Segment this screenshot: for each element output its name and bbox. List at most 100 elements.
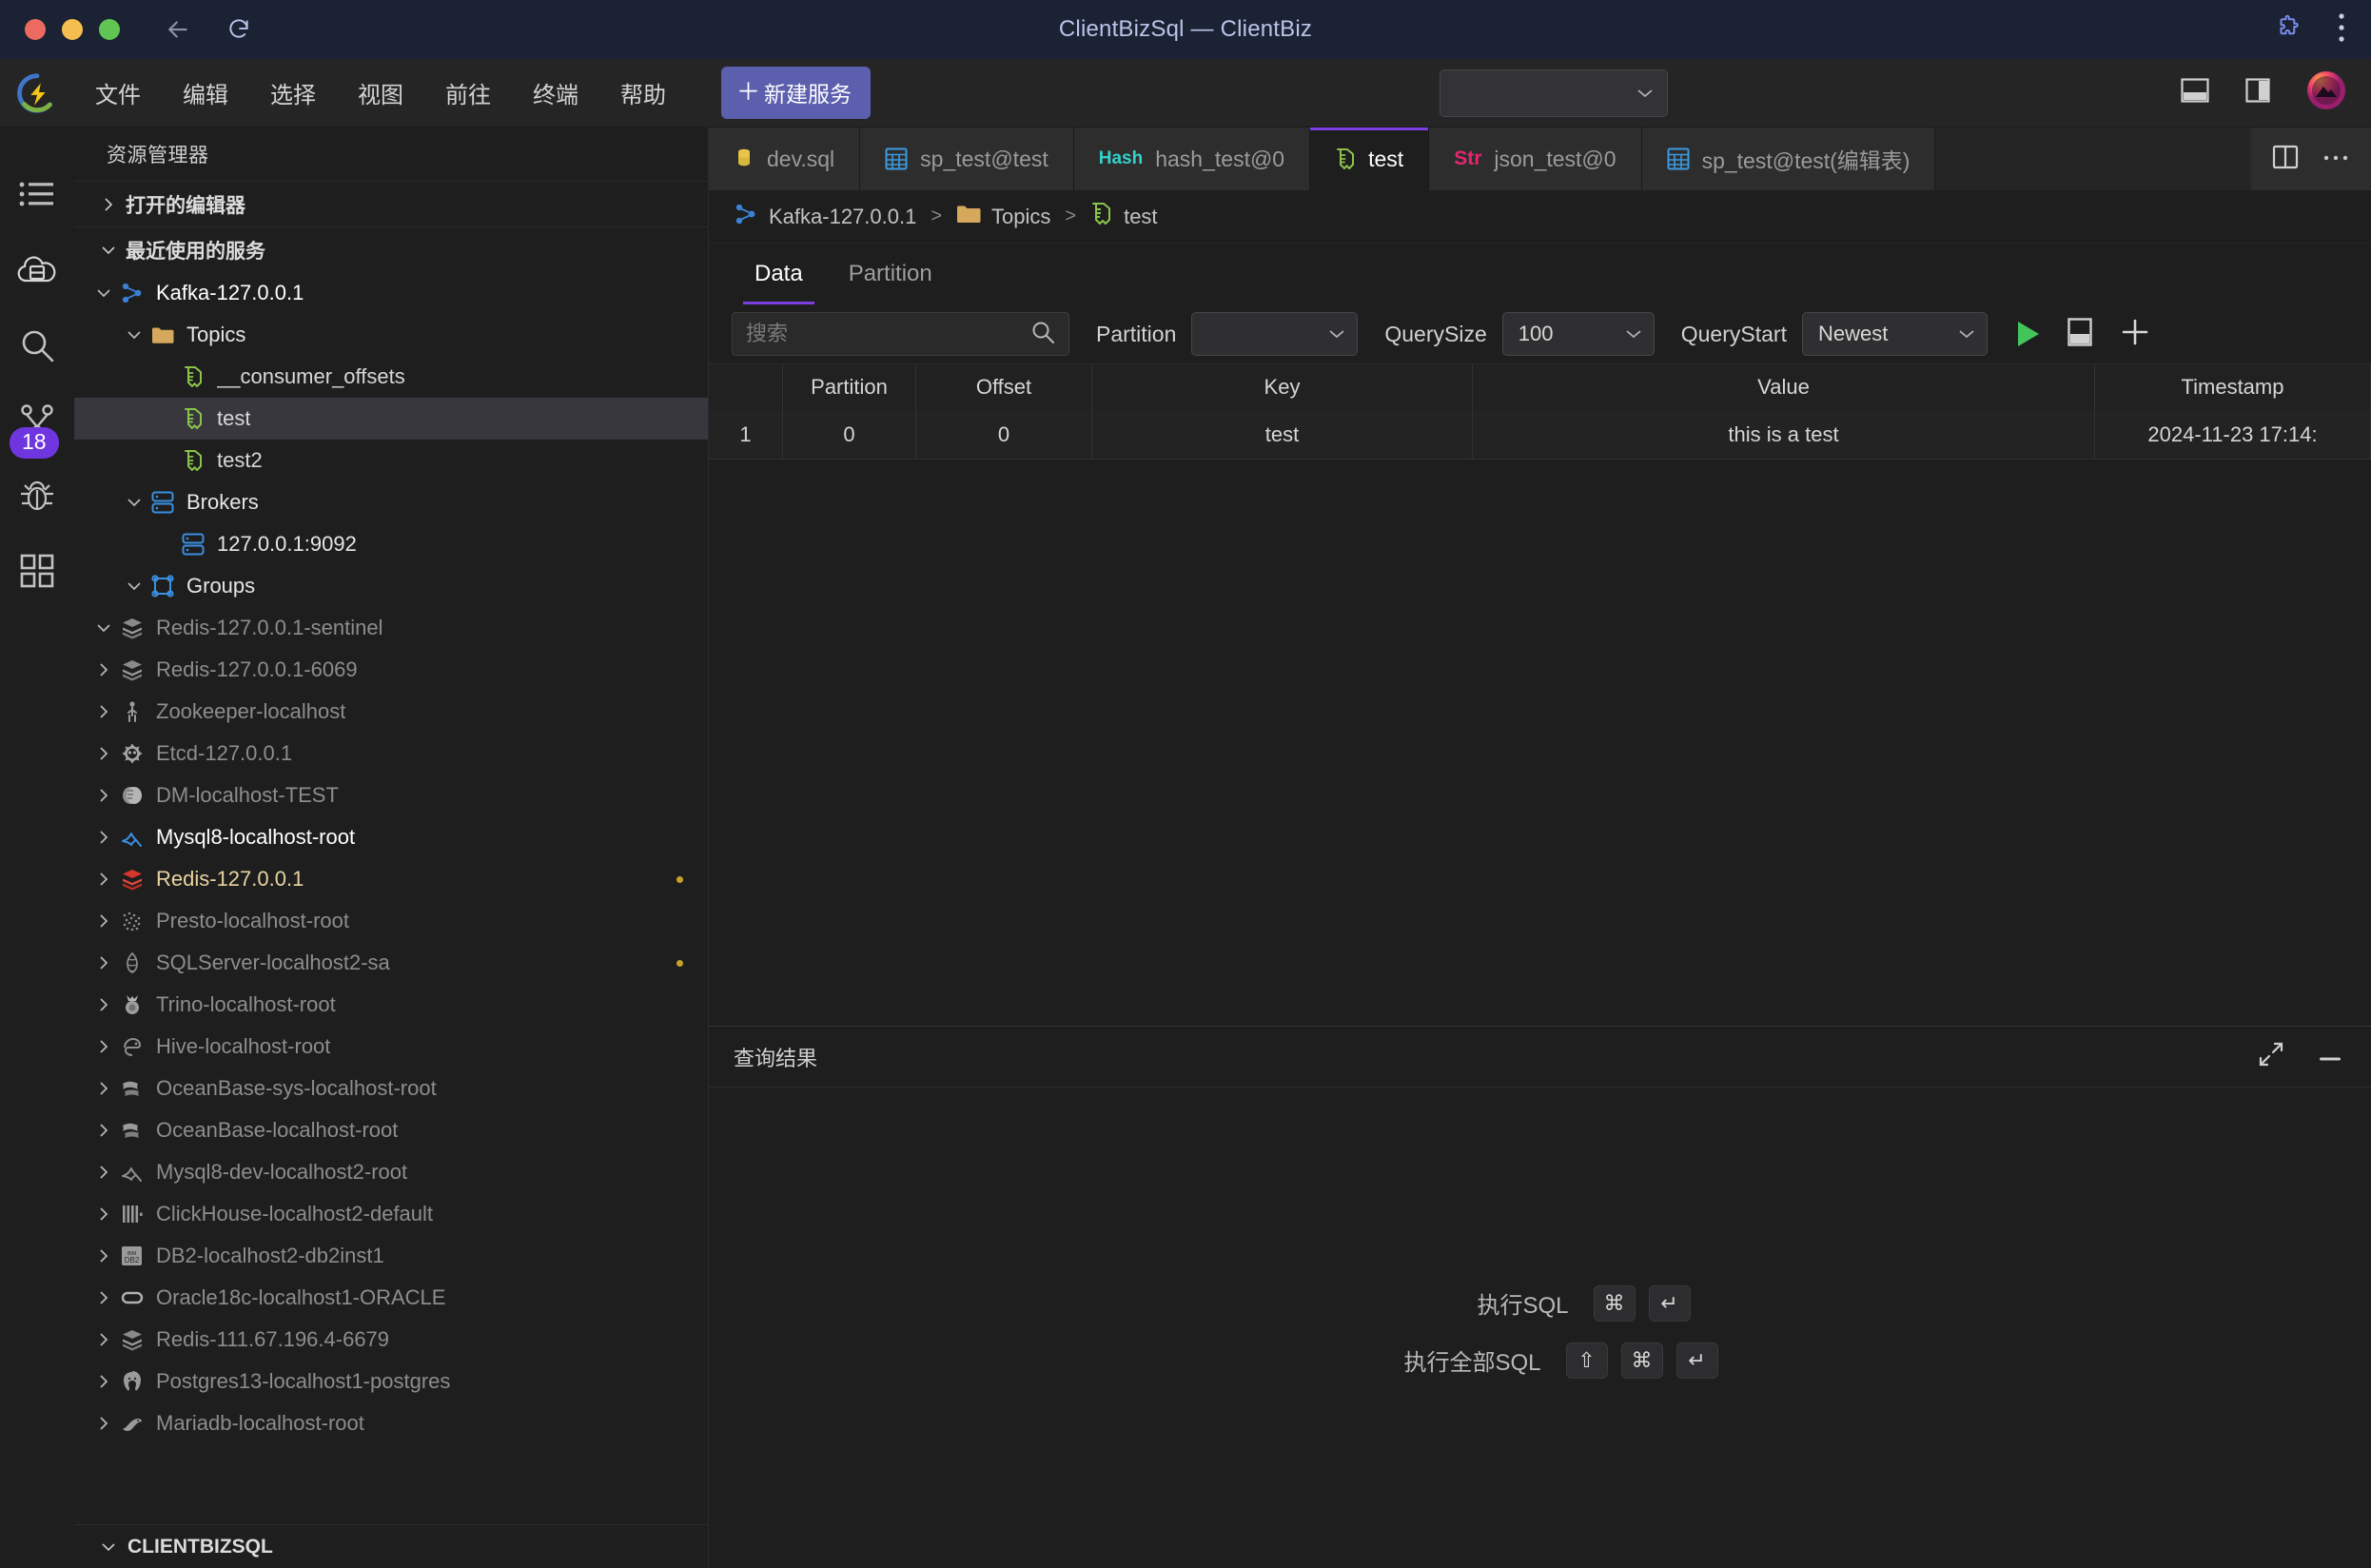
sidebar-section-open-editors[interactable]: 打开的编辑器 [74,181,708,226]
activity-item-extensions[interactable] [0,536,74,611]
tree-item[interactable]: OceanBase-sys-localhost-root [74,1068,708,1109]
puzzle-icon[interactable] [2274,13,2302,47]
menu-terminal[interactable]: 终端 [512,70,599,115]
tree-item[interactable]: OceanBase-localhost-root [74,1109,708,1151]
menu-view[interactable]: 视图 [337,70,424,115]
editor-tab[interactable]: test [1310,127,1430,190]
activity-item-database[interactable] [0,235,74,310]
tree-item[interactable]: Groups [74,565,708,607]
command-center-select[interactable] [1440,69,1668,117]
chevron-right-icon[interactable] [91,1332,116,1347]
menu-help[interactable]: 帮助 [599,70,687,115]
grid-header-offset[interactable]: Offset [916,364,1092,410]
layout-sidebar-icon[interactable] [2245,78,2270,108]
menu-select[interactable]: 选择 [249,70,337,115]
tree-item[interactable]: Postgres13-localhost1-postgres [74,1361,708,1402]
tree-item[interactable]: Kafka-127.0.0.1 [74,272,708,314]
breadcrumb-item-topics[interactable]: Topics [991,205,1050,229]
subtab-partition[interactable]: Partition [826,244,955,304]
chevron-down-icon[interactable] [122,327,147,343]
tree-item[interactable]: Redis-127.0.0.1 [74,858,708,900]
zoom-window-button[interactable] [99,19,120,40]
menu-edit[interactable]: 编辑 [162,70,249,115]
search-box[interactable] [732,312,1069,356]
chevron-down-icon[interactable] [91,620,116,636]
activity-item-source-control[interactable]: 18 [0,385,74,461]
chevron-right-icon[interactable] [91,1290,116,1305]
chevron-right-icon[interactable] [91,913,116,929]
chevron-right-icon[interactable] [91,788,116,803]
subtab-data[interactable]: Data [732,244,826,304]
partition-select[interactable] [1191,312,1359,356]
grid-header-timestamp[interactable]: Timestamp [2095,364,2371,410]
tree-item[interactable]: Brokers [74,481,708,523]
tree-item[interactable]: Etcd-127.0.0.1 [74,733,708,774]
grid-header-value[interactable]: Value [1473,364,2095,410]
chevron-right-icon[interactable] [91,872,116,887]
sidebar-section-recent-services[interactable]: 最近使用的服务 [74,226,708,272]
tree-item[interactable]: Zookeeper-localhost [74,691,708,733]
tree-item[interactable]: test [74,398,708,440]
chevron-right-icon[interactable] [91,1248,116,1264]
tree-item[interactable]: Redis-111.67.196.4-6679 [74,1319,708,1361]
querysize-select[interactable]: 100 [1501,312,1655,356]
chevron-down-icon[interactable] [91,285,116,301]
chevron-right-icon[interactable] [91,1165,116,1180]
menu-file[interactable]: 文件 [74,70,162,115]
activity-item-explorer[interactable] [0,160,74,235]
tree-item[interactable]: test2 [74,440,708,481]
minimize-icon[interactable] [2318,1045,2342,1069]
account-avatar-icon[interactable] [2306,70,2346,115]
tree-item[interactable]: Mysql8-localhost-root [74,816,708,858]
activity-item-debug[interactable] [0,461,74,536]
layout-panel-icon[interactable] [2181,78,2209,108]
chevron-right-icon[interactable] [91,830,116,845]
chevron-right-icon[interactable] [91,997,116,1012]
chevron-right-icon[interactable] [91,1206,116,1222]
menu-goto[interactable]: 前往 [424,70,512,115]
editor-tab[interactable]: Hash hash_test@0 [1073,127,1311,190]
plus-icon[interactable] [2121,318,2149,351]
tree-item[interactable]: Oracle18c-localhost1-ORACLE [74,1277,708,1319]
minimize-window-button[interactable] [62,19,83,40]
chevron-right-icon[interactable] [91,1039,116,1054]
chevron-right-icon[interactable] [91,704,116,719]
chevron-down-icon[interactable] [122,495,147,510]
table-row[interactable]: 1 0 0 test this is a test 2024-11-23 17:… [709,410,2371,460]
close-window-button[interactable] [25,19,46,40]
tree-item[interactable]: __consumer_offsets [74,356,708,398]
editor-tab[interactable]: Str json_test@0 [1429,127,1642,190]
search-icon[interactable] [1030,320,1055,349]
tree-item[interactable]: Trino-localhost-root [74,984,708,1026]
tree-item[interactable]: Topics [74,314,708,356]
breadcrumb-item-topic[interactable]: test [1124,205,1157,229]
tree-item[interactable]: ClickHouse-localhost2-default [74,1193,708,1235]
activity-item-search[interactable] [0,310,74,385]
tree-item[interactable]: Redis-127.0.0.1-6069 [74,649,708,691]
back-arrow-icon[interactable] [164,15,192,44]
tree-item[interactable]: Mysql8-dev-localhost2-root [74,1151,708,1193]
kebab-menu-icon[interactable] [2337,11,2346,49]
breadcrumb-item-service[interactable]: Kafka-127.0.0.1 [769,205,916,229]
editor-tab[interactable]: sp_test@test [860,127,1074,190]
split-editor-icon[interactable] [2272,144,2299,175]
panel-toggle-icon[interactable] [2067,317,2092,351]
search-input[interactable] [746,322,1030,346]
play-icon[interactable] [2017,322,2039,346]
chevron-right-icon[interactable] [91,746,116,761]
chevron-down-icon[interactable] [122,578,147,594]
tree-item[interactable]: Presto-localhost-root [74,900,708,942]
chevron-right-icon[interactable] [91,662,116,677]
tree-item[interactable]: 127.0.0.1:9092 [74,523,708,565]
chevron-right-icon[interactable] [91,1416,116,1431]
tree-item[interactable]: Hive-localhost-root [74,1026,708,1068]
reload-icon[interactable] [225,15,253,44]
grid-header-key[interactable]: Key [1092,364,1473,410]
querystart-select[interactable]: Newest [1801,312,1988,356]
grid-header-partition[interactable]: Partition [783,364,916,410]
editor-tab[interactable]: sp_test@test(编辑表) [1641,127,1936,190]
tree-item[interactable]: Redis-127.0.0.1-sentinel [74,607,708,649]
more-actions-icon[interactable] [2322,150,2350,167]
tree-item[interactable]: DM-localhost-TEST [74,774,708,816]
tree-item[interactable]: SQLServer-localhost2-sa [74,942,708,984]
